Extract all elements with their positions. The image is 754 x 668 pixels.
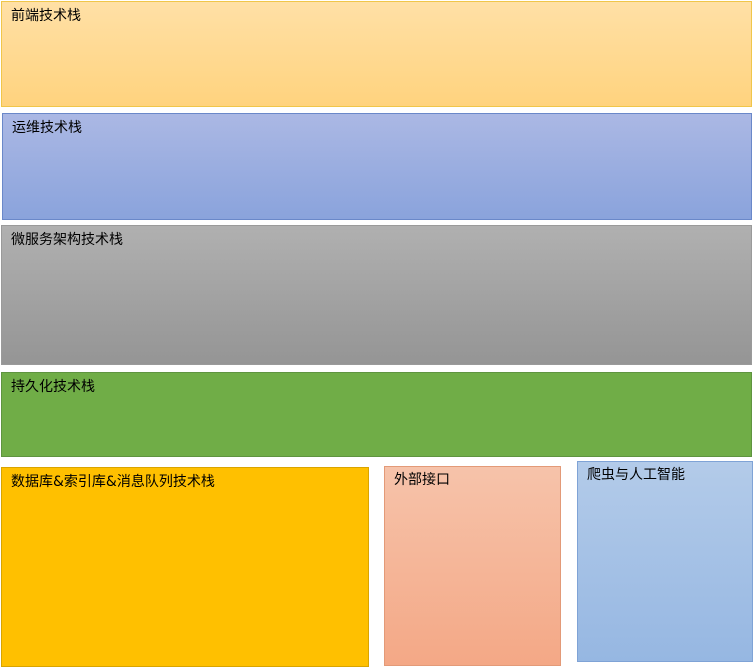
database-stack-label: 数据库&索引库&消息队列技术栈	[11, 474, 215, 490]
microservices-stack-label: 微服务架构技术栈	[11, 232, 123, 248]
ops-stack-block: 运维技术栈	[2, 113, 752, 220]
external-interface-block: 外部接口	[384, 466, 561, 666]
crawler-ai-block: 爬虫与人工智能	[577, 461, 753, 662]
frontend-stack-label: 前端技术栈	[11, 8, 81, 24]
external-interface-label: 外部接口	[394, 472, 450, 488]
database-stack-block: 数据库&索引库&消息队列技术栈	[1, 467, 369, 667]
crawler-ai-label: 爬虫与人工智能	[587, 467, 685, 483]
ops-stack-label: 运维技术栈	[12, 120, 82, 136]
persistence-stack-label: 持久化技术栈	[11, 379, 95, 395]
frontend-stack-block: 前端技术栈	[1, 1, 752, 107]
microservices-stack-block: 微服务架构技术栈	[1, 225, 752, 365]
persistence-stack-block: 持久化技术栈	[1, 372, 752, 457]
